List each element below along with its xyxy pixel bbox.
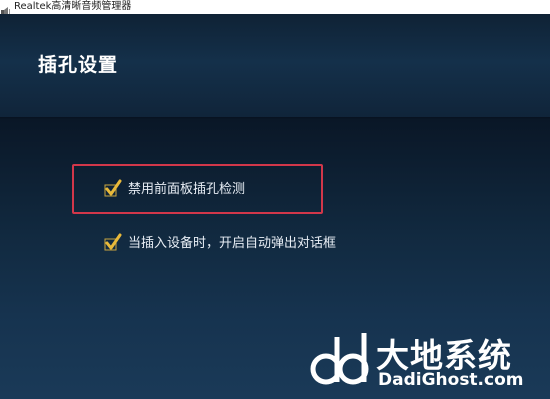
- option-label: 当插入设备时，开启自动弹出对话框: [128, 236, 337, 251]
- content-panel: 禁用前面板插孔检测 当插入设备时，开启自动弹出对话框 大地系统 DadiGhos…: [0, 120, 550, 399]
- auto-popup-dialog-checkbox[interactable]: 当插入设备时，开启自动弹出对话框: [104, 232, 336, 251]
- disable-front-panel-jack-detection-checkbox[interactable]: 禁用前面板插孔检测: [104, 178, 245, 197]
- speaker-icon: [1, 2, 11, 17]
- page-title: 插孔设置: [38, 54, 119, 76]
- checkmark-icon: [104, 179, 122, 197]
- header-panel: 插孔设置: [0, 14, 550, 120]
- title-bar: Realtek高清晰音频管理器: [0, 0, 550, 17]
- window-title: Realtek高清晰音频管理器: [14, 1, 132, 12]
- realtek-window: Realtek高清晰音频管理器 插孔设置 禁用前面板插孔检测 当插入设备时，开启: [0, 0, 550, 399]
- watermark: 大地系统 DadiGhost.com: [308, 327, 544, 393]
- checkmark-icon: [104, 233, 122, 251]
- dadi-logo-icon: [308, 327, 372, 391]
- option-label: 禁用前面板插孔检测: [128, 182, 246, 197]
- watermark-en: DadiGhost.com: [378, 370, 524, 390]
